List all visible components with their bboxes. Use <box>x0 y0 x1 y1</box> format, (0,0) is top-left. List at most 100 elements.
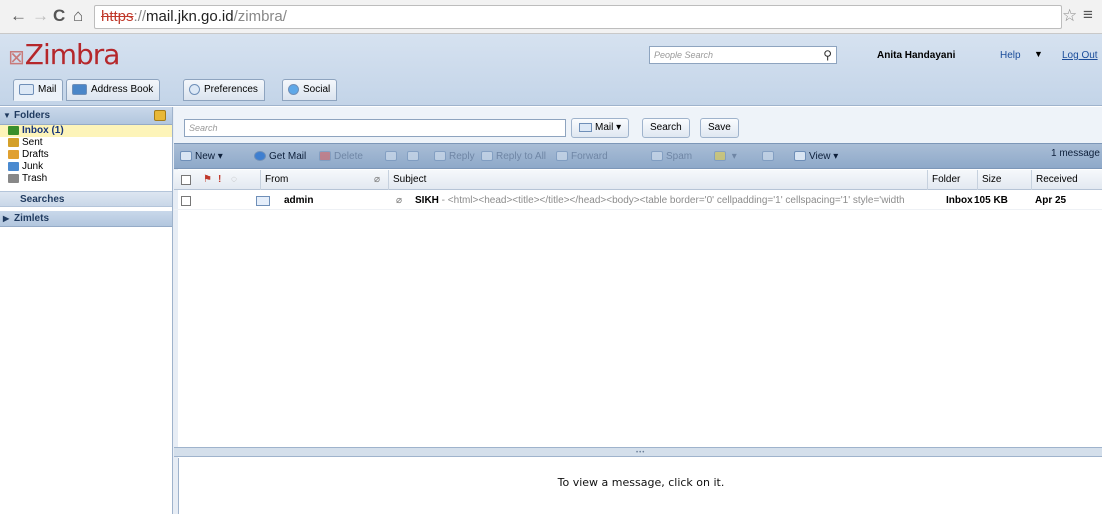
logo-mark-icon: ⊠ <box>8 45 25 69</box>
reply-label: Reply <box>449 151 475 162</box>
zimlets-header[interactable]: ▶ Zimlets <box>0 211 172 227</box>
spam-icon <box>651 151 663 162</box>
search-input[interactable]: Search <box>184 119 566 137</box>
column-from[interactable]: From <box>260 170 360 190</box>
folders-header[interactable]: ▼ Folders <box>0 107 172 125</box>
print-button[interactable] <box>407 148 422 165</box>
preferences-icon <box>189 83 200 95</box>
row-received: Apr 25 <box>1035 195 1067 206</box>
address-book-icon <box>72 83 87 95</box>
splitter-grip-icon[interactable]: ••• <box>636 450 645 456</box>
url-host: mail.jkn.go.id <box>146 8 234 25</box>
sidebar-item-drafts[interactable]: Drafts <box>0 149 172 161</box>
get-mail-label: Get Mail <box>269 151 307 162</box>
get-mail-button[interactable]: Get Mail <box>254 148 306 165</box>
app-header: ⊠Zimbra People Search ⚲ Anita Handayani … <box>0 34 1102 106</box>
expand-icon[interactable]: ▶ <box>3 211 9 226</box>
reply-all-label: Reply to All <box>496 151 547 162</box>
people-search-input[interactable]: People Search ⚲ <box>649 46 837 64</box>
row-folder: Inbox <box>946 195 973 206</box>
delete-label: Delete <box>334 151 363 162</box>
tab-preferences[interactable]: Preferences <box>183 79 265 101</box>
browser-toolbar: ← → C ⌂ https://mail.jkn.go.id/zimbra/ ☆… <box>0 0 1102 34</box>
forward-icon[interactable]: → <box>32 6 49 26</box>
column-received[interactable]: Received <box>1031 170 1102 190</box>
address-bar[interactable]: https://mail.jkn.go.id/zimbra/ <box>94 5 1062 29</box>
select-all-checkbox[interactable] <box>181 175 191 185</box>
move-icon <box>385 151 397 162</box>
reading-pane-splitter[interactable]: ••• <box>174 447 1102 457</box>
save-search-button[interactable]: Save <box>700 118 739 138</box>
spam-button[interactable]: Spam <box>651 148 692 165</box>
back-icon[interactable]: ← <box>10 6 27 26</box>
reply-button[interactable]: Reply <box>434 148 475 165</box>
folder-label: Inbox (1) <box>22 125 64 136</box>
collapse-icon[interactable]: ▼ <box>3 107 11 124</box>
row-checkbox[interactable] <box>181 196 191 206</box>
bookmark-star-icon[interactable]: ☆ <box>1062 6 1077 26</box>
row-size: 105 KB <box>974 195 1008 206</box>
search-type-select[interactable]: Mail ▾ <box>571 118 630 138</box>
zimbra-logo: ⊠Zimbra <box>8 38 121 71</box>
logout-link[interactable]: Log Out <box>1062 50 1098 61</box>
url-path: /zimbra/ <box>233 8 287 25</box>
folder-settings-icon[interactable] <box>154 110 166 121</box>
reading-pane: To view a message, click on it. <box>178 458 1102 514</box>
delete-icon <box>319 151 331 162</box>
attachment-column-icon[interactable]: ⌀ <box>370 170 380 190</box>
forward-button[interactable]: Forward <box>556 148 608 165</box>
chevron-down-icon: ▾ <box>833 151 839 162</box>
view-icon <box>794 151 806 162</box>
user-name: Anita Handayani <box>877 50 956 61</box>
logo-text: Zimbra <box>24 38 121 71</box>
reload-icon[interactable]: C <box>53 6 65 26</box>
view-label: View <box>809 151 831 162</box>
tab-label: Preferences <box>204 84 258 95</box>
new-message-icon <box>180 151 192 162</box>
people-search-placeholder: People Search <box>654 50 714 60</box>
tab-address-book[interactable]: Address Book <box>66 79 161 101</box>
column-subject[interactable]: Subject <box>388 170 924 190</box>
column-size[interactable]: Size <box>977 170 1019 190</box>
home-icon[interactable]: ⌂ <box>73 6 83 26</box>
zimlets-label: Zimlets <box>14 213 50 224</box>
search-icon[interactable]: ⚲ <box>823 48 832 62</box>
priority-column-icon[interactable]: ! <box>214 170 221 190</box>
attachment-icon: ⌀ <box>396 195 403 206</box>
chevron-down-icon: ▾ <box>217 151 223 162</box>
search-button[interactable]: Search <box>642 118 690 138</box>
folder-label: Sent <box>22 137 43 148</box>
chevron-down-icon: ▾ <box>616 122 622 133</box>
tab-label: Social <box>303 84 331 95</box>
sidebar-item-sent[interactable]: Sent <box>0 137 172 149</box>
forward-icon <box>556 151 568 162</box>
message-count: 1 message <box>1051 148 1100 159</box>
sidebar-item-junk[interactable]: Junk <box>0 161 172 173</box>
chevron-down-icon[interactable]: ▼ <box>1034 49 1043 59</box>
move-button[interactable] <box>385 148 400 165</box>
sidebar-item-trash[interactable]: Trash <box>0 173 172 185</box>
delete-button[interactable]: Delete <box>319 148 363 165</box>
tab-social[interactable]: Social <box>282 79 338 101</box>
forward-label: Forward <box>571 151 608 162</box>
tag-icon <box>714 151 726 162</box>
detach-button[interactable] <box>762 148 777 165</box>
new-button[interactable]: New ▾ <box>180 148 223 165</box>
tag-column-icon[interactable]: ◌ <box>227 170 237 190</box>
searches-header[interactable]: Searches <box>0 191 172 207</box>
table-row[interactable]: admin ⌀ SIKH - <html><head><title></titl… <box>174 192 1102 210</box>
column-folder[interactable]: Folder <box>927 170 969 190</box>
detach-icon <box>762 151 774 162</box>
help-link[interactable]: Help <box>1000 50 1021 61</box>
browser-menu-icon[interactable]: ≡ <box>1083 5 1093 25</box>
url-separator: :// <box>133 8 147 25</box>
tag-button[interactable]: ▾ <box>714 148 737 165</box>
sent-icon <box>8 138 19 147</box>
social-icon <box>288 83 299 95</box>
mail-icon <box>19 83 34 95</box>
flag-column-icon[interactable]: ⚑ <box>199 170 212 190</box>
sidebar-item-inbox[interactable]: Inbox (1) <box>0 125 172 137</box>
view-button[interactable]: View ▾ <box>794 148 838 165</box>
tab-mail[interactable]: Mail <box>13 79 64 101</box>
reply-all-button[interactable]: Reply to All <box>481 148 546 165</box>
